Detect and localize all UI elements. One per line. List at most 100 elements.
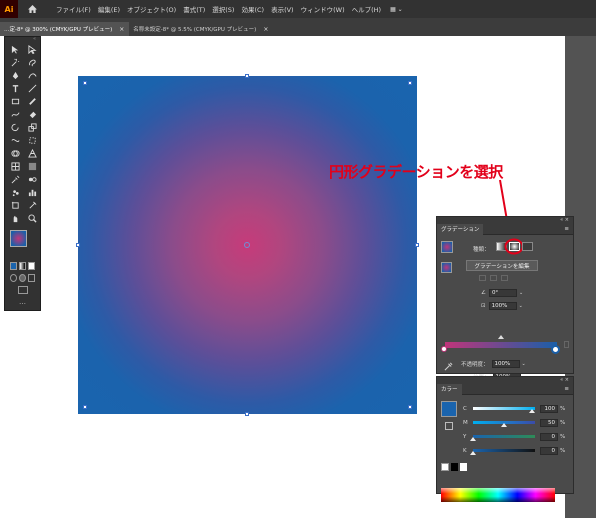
gradient-preview-swatch[interactable] xyxy=(441,241,453,253)
cyan-value-input[interactable]: 100 xyxy=(540,404,558,413)
black-swatch[interactable] xyxy=(451,463,458,471)
stroke-within-icon[interactable] xyxy=(479,275,486,281)
fill-color-swatch[interactable] xyxy=(441,401,457,417)
bounding-handle[interactable] xyxy=(415,243,419,247)
menu-type[interactable]: 書式(T) xyxy=(183,4,205,14)
cyan-slider[interactable] xyxy=(473,407,535,413)
fill-swatch[interactable] xyxy=(10,230,27,247)
menu-view[interactable]: 表示(V) xyxy=(271,4,294,14)
none-swatch-icon[interactable] xyxy=(441,463,449,471)
symbol-sprayer-tool-icon[interactable] xyxy=(8,187,23,198)
screen-mode-icon[interactable] xyxy=(17,286,28,294)
artboard-tool-icon[interactable] xyxy=(8,200,23,211)
close-icon[interactable]: × xyxy=(263,26,268,33)
black-value-input[interactable]: 0 xyxy=(540,446,558,455)
eraser-tool-icon[interactable] xyxy=(25,109,40,120)
menu-object[interactable]: オブジェクト(O) xyxy=(127,4,176,14)
pen-tool-icon[interactable] xyxy=(8,70,23,81)
stroke-along-icon[interactable] xyxy=(490,275,497,281)
more-tools-icon[interactable]: … xyxy=(5,296,40,308)
gradient-stop-end[interactable] xyxy=(551,345,560,354)
bounding-handle[interactable] xyxy=(245,412,249,416)
draw-inside-icon[interactable] xyxy=(28,274,35,282)
color-spectrum-bar[interactable] xyxy=(441,488,555,502)
gradient-slider[interactable] xyxy=(445,342,557,348)
direct-selection-tool-icon[interactable] xyxy=(25,44,40,55)
color-mode-icon[interactable] xyxy=(10,262,17,270)
shape-builder-tool-icon[interactable] xyxy=(8,148,23,159)
menu-help[interactable]: ヘルプ(H) xyxy=(352,4,381,14)
gradient-tool-icon[interactable] xyxy=(25,161,40,172)
menu-window[interactable]: ウィンドウ(W) xyxy=(301,4,345,14)
tab-color[interactable]: カラー xyxy=(437,383,462,395)
width-tool-icon[interactable] xyxy=(8,135,23,146)
gradient-stop-start[interactable] xyxy=(441,346,447,352)
mesh-tool-icon[interactable] xyxy=(8,161,23,172)
yellow-value-input[interactable]: 0 xyxy=(540,432,558,441)
slider-thumb-icon[interactable] xyxy=(470,437,476,441)
zoom-tool-icon[interactable] xyxy=(25,213,40,224)
magenta-value-input[interactable]: 50 xyxy=(540,418,558,427)
white-swatch[interactable] xyxy=(460,463,467,471)
menu-edit[interactable]: 編集(E) xyxy=(98,4,120,14)
gradient-midpoint-icon[interactable] xyxy=(498,335,504,339)
paintbrush-tool-icon[interactable] xyxy=(25,96,40,107)
out-of-gamut-icon[interactable] xyxy=(445,422,453,430)
scale-tool-icon[interactable] xyxy=(25,122,40,133)
slice-tool-icon[interactable] xyxy=(25,200,40,211)
opacity-input[interactable]: 100% xyxy=(491,359,520,368)
chevron-down-icon[interactable]: ⌄ xyxy=(522,361,526,367)
bounding-handle[interactable] xyxy=(76,243,80,247)
delete-stop-icon[interactable] xyxy=(564,341,569,348)
home-icon[interactable] xyxy=(24,0,40,18)
selection-tool-icon[interactable] xyxy=(8,44,23,55)
aspect-ratio-input[interactable]: 100% xyxy=(488,301,517,310)
gradient-mode-icon[interactable] xyxy=(19,262,26,270)
freeform-gradient-button[interactable] xyxy=(522,242,533,251)
hand-tool-icon[interactable] xyxy=(8,213,23,224)
fill-stroke-widget[interactable] xyxy=(8,230,44,260)
eyedropper-icon[interactable] xyxy=(444,362,453,371)
chevron-down-icon[interactable]: ⌄ xyxy=(519,290,523,296)
yellow-slider[interactable] xyxy=(470,435,535,441)
panel-menu-icon[interactable]: ≡ xyxy=(564,226,569,232)
bounding-handle[interactable] xyxy=(83,405,87,409)
slider-thumb-icon[interactable] xyxy=(529,409,535,413)
free-transform-tool-icon[interactable] xyxy=(25,135,40,146)
bounding-handle[interactable] xyxy=(408,405,412,409)
gradient-center-marker[interactable] xyxy=(244,242,250,248)
curvature-tool-icon[interactable] xyxy=(25,70,40,81)
document-tab-1[interactable]: …定-8* @ 300% (CMYK/GPU プレビュー) × xyxy=(0,22,130,36)
workspace-switcher-icon[interactable]: ▦ ⌄ xyxy=(390,6,403,13)
shaper-tool-icon[interactable] xyxy=(8,109,23,120)
type-tool-icon[interactable] xyxy=(8,83,23,94)
document-tab-2[interactable]: 名称未設定-8* @ 5.5% (CMYK/GPU プレビュー) × xyxy=(129,22,273,36)
blend-tool-icon[interactable] xyxy=(25,174,40,185)
bounding-handle[interactable] xyxy=(245,74,249,78)
lasso-tool-icon[interactable] xyxy=(25,57,40,68)
menu-select[interactable]: 選択(S) xyxy=(212,4,234,14)
column-graph-tool-icon[interactable] xyxy=(25,187,40,198)
eyedropper-tool-icon[interactable] xyxy=(8,174,23,185)
slider-thumb-icon[interactable] xyxy=(470,451,476,455)
draw-normal-icon[interactable] xyxy=(10,274,17,282)
bounding-handle[interactable] xyxy=(408,81,412,85)
menu-file[interactable]: ファイル(F) xyxy=(56,4,91,14)
magenta-slider[interactable] xyxy=(473,421,535,427)
stroke-across-icon[interactable] xyxy=(501,275,508,281)
line-tool-icon[interactable] xyxy=(25,83,40,94)
slider-thumb-icon[interactable] xyxy=(501,423,507,427)
rotate-tool-icon[interactable] xyxy=(8,122,23,133)
gradient-fill-stroke-icon[interactable] xyxy=(441,262,452,273)
panel-menu-icon[interactable]: ≡ xyxy=(564,386,569,392)
none-mode-icon[interactable] xyxy=(28,262,35,270)
draw-behind-icon[interactable] xyxy=(19,274,26,282)
perspective-grid-tool-icon[interactable] xyxy=(25,148,40,159)
chevron-down-icon[interactable]: ⌄ xyxy=(519,303,523,309)
angle-input[interactable]: 0° xyxy=(488,288,517,297)
close-icon[interactable]: × xyxy=(119,26,124,33)
bounding-handle[interactable] xyxy=(83,81,87,85)
tab-gradient[interactable]: グラデーション xyxy=(437,223,484,235)
menu-effect[interactable]: 効果(C) xyxy=(241,4,264,14)
black-slider[interactable] xyxy=(470,449,535,455)
